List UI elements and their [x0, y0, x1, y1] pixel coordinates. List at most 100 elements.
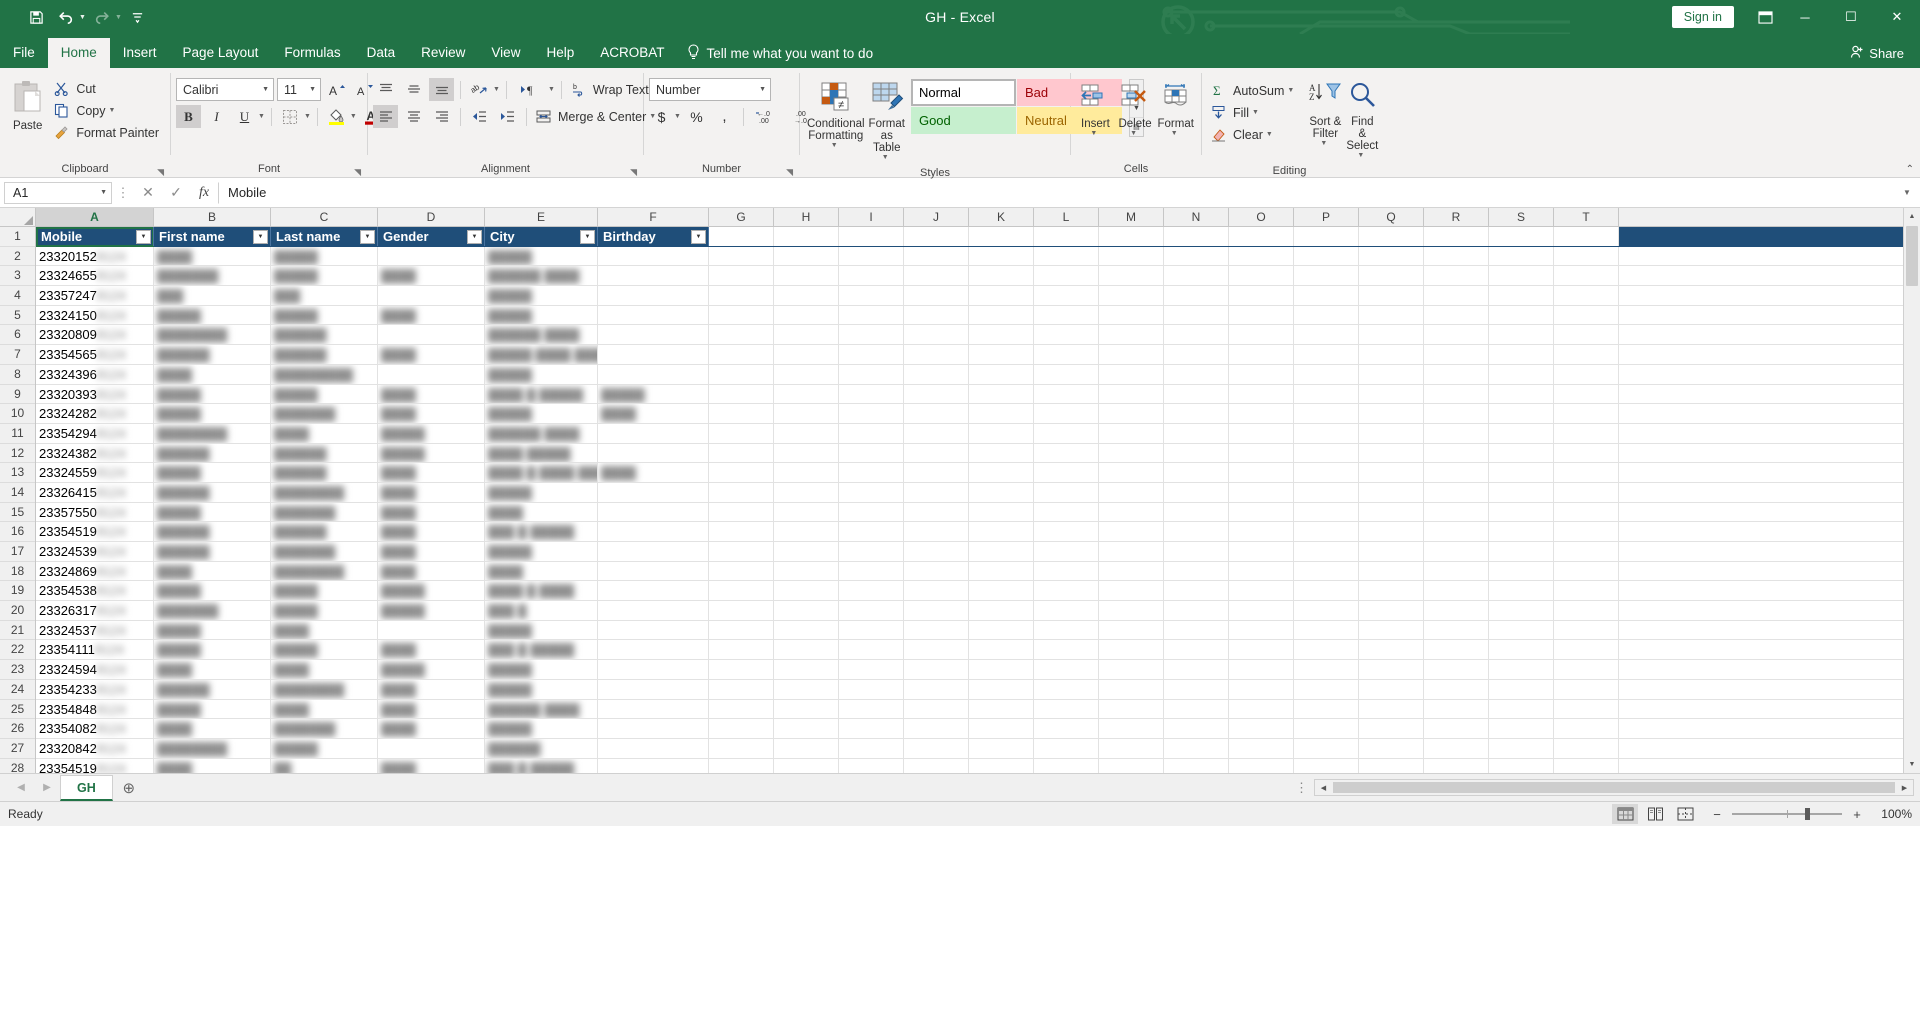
empty-cell[interactable] — [1229, 738, 1294, 758]
empty-cell[interactable] — [774, 679, 839, 699]
cell-birthday[interactable] — [598, 502, 709, 522]
cell-gender[interactable]: ████ — [378, 305, 485, 325]
empty-cell[interactable] — [709, 601, 774, 620]
cell-birthday[interactable] — [598, 738, 709, 758]
empty-cell[interactable] — [839, 719, 904, 738]
empty-cell[interactable] — [1164, 364, 1229, 384]
column-header-B[interactable]: B — [154, 208, 271, 226]
empty-cell[interactable] — [1164, 443, 1229, 463]
next-sheet-button[interactable]: ▶ — [34, 782, 60, 793]
empty-cell[interactable] — [1229, 601, 1294, 620]
cell-mobile[interactable]: 233545388124 — [36, 581, 154, 601]
column-header-H[interactable]: H — [774, 208, 839, 226]
zoom-slider[interactable] — [1732, 806, 1842, 822]
column-header-K[interactable]: K — [969, 208, 1034, 226]
column-header-O[interactable]: O — [1229, 208, 1294, 226]
empty-cell[interactable] — [709, 443, 774, 463]
tab-data[interactable]: Data — [354, 38, 409, 68]
empty-cell[interactable] — [1034, 325, 1099, 345]
empty-cell[interactable] — [839, 679, 904, 699]
tab-review[interactable]: Review — [408, 38, 478, 68]
empty-cell[interactable] — [839, 246, 904, 266]
empty-cell[interactable] — [969, 286, 1034, 305]
empty-cell[interactable] — [1164, 640, 1229, 660]
cell-first-name[interactable]: ██████ — [154, 542, 271, 561]
empty-cell[interactable] — [709, 463, 774, 482]
empty-cell[interactable] — [1489, 581, 1554, 601]
empty-cell[interactable] — [1164, 699, 1229, 719]
filter-dropdown-first-name[interactable]: ▼ — [253, 229, 268, 244]
empty-cell[interactable] — [1489, 384, 1554, 404]
empty-cell[interactable] — [1164, 758, 1229, 773]
horizontal-scroll-thumb[interactable] — [1333, 782, 1895, 793]
row-header-7[interactable]: 7 — [0, 345, 35, 365]
empty-cell[interactable] — [969, 542, 1034, 561]
empty-cell[interactable] — [904, 561, 969, 581]
empty-cell[interactable] — [1034, 719, 1099, 738]
empty-cell[interactable] — [1294, 679, 1359, 699]
filter-dropdown-last-name[interactable]: ▼ — [360, 229, 375, 244]
cell-city[interactable]: ███ █ █████ — [485, 522, 598, 541]
cell-city[interactable]: ████ █████ — [485, 443, 598, 463]
empty-cell[interactable] — [839, 699, 904, 719]
empty-cell[interactable] — [1034, 227, 1099, 246]
cell-gender[interactable]: ████ — [378, 758, 485, 773]
empty-cell[interactable] — [1489, 443, 1554, 463]
empty-cell[interactable] — [1164, 423, 1229, 443]
format-as-table-caret[interactable]: ▼ — [882, 154, 889, 161]
empty-cell[interactable] — [1034, 660, 1099, 679]
empty-cell[interactable] — [1359, 325, 1424, 345]
prev-sheet-button[interactable]: ◀ — [8, 782, 34, 793]
cell-birthday[interactable] — [598, 443, 709, 463]
empty-cell[interactable] — [1424, 620, 1489, 640]
empty-cell[interactable] — [1034, 522, 1099, 541]
empty-cell[interactable] — [1034, 542, 1099, 561]
empty-cell[interactable] — [969, 443, 1034, 463]
row-header-3[interactable]: 3 — [0, 266, 35, 287]
increase-font-size-button[interactable]: A — [324, 78, 349, 101]
empty-cell[interactable] — [774, 719, 839, 738]
empty-cell[interactable] — [1554, 305, 1619, 325]
empty-cell[interactable] — [1554, 345, 1619, 364]
empty-cell[interactable] — [904, 384, 969, 404]
empty-cell[interactable] — [1099, 404, 1164, 423]
empty-cell[interactable] — [969, 738, 1034, 758]
cell-city[interactable]: █████ — [485, 286, 598, 305]
cell-last-name[interactable]: █████ — [271, 601, 378, 620]
empty-cell[interactable] — [1359, 443, 1424, 463]
empty-cell[interactable] — [839, 640, 904, 660]
page-break-view-button[interactable] — [1672, 804, 1698, 824]
cell-birthday[interactable] — [598, 620, 709, 640]
empty-cell[interactable] — [1034, 561, 1099, 581]
insert-caret[interactable]: ▼ — [1090, 130, 1097, 137]
fill-button[interactable]: Fill ▼ — [1207, 102, 1300, 123]
row-header-23[interactable]: 23 — [0, 660, 35, 680]
empty-cell[interactable] — [839, 482, 904, 502]
cell-gender[interactable]: █████ — [378, 423, 485, 443]
empty-cell[interactable] — [969, 699, 1034, 719]
delete-cells-button[interactable]: Delete ▼ — [1115, 80, 1156, 140]
empty-cell[interactable] — [839, 443, 904, 463]
empty-cell[interactable] — [1099, 601, 1164, 620]
cell-last-name[interactable]: ██████ — [271, 345, 378, 364]
cell-gender[interactable]: ████ — [378, 345, 485, 364]
empty-cell[interactable] — [969, 522, 1034, 541]
empty-cell[interactable] — [1164, 561, 1229, 581]
empty-cell[interactable] — [1294, 443, 1359, 463]
sort-filter-caret[interactable]: ▼ — [1320, 140, 1327, 147]
empty-cell[interactable] — [1489, 522, 1554, 541]
empty-cell[interactable] — [839, 463, 904, 482]
empty-cell[interactable] — [969, 325, 1034, 345]
cell-mobile[interactable]: 233208428124 — [36, 738, 154, 758]
empty-cell[interactable] — [1229, 384, 1294, 404]
redo-dropdown-caret[interactable]: ▼ — [115, 14, 122, 21]
empty-cell[interactable] — [839, 305, 904, 325]
empty-cell[interactable] — [1229, 719, 1294, 738]
cell-first-name[interactable]: ████ — [154, 561, 271, 581]
empty-cell[interactable] — [1489, 364, 1554, 384]
cell-mobile[interactable]: 233245398124 — [36, 542, 154, 561]
cell-gender[interactable]: ████ — [378, 561, 485, 581]
empty-cell[interactable] — [1164, 305, 1229, 325]
empty-cell[interactable] — [839, 660, 904, 679]
empty-cell[interactable] — [1099, 443, 1164, 463]
